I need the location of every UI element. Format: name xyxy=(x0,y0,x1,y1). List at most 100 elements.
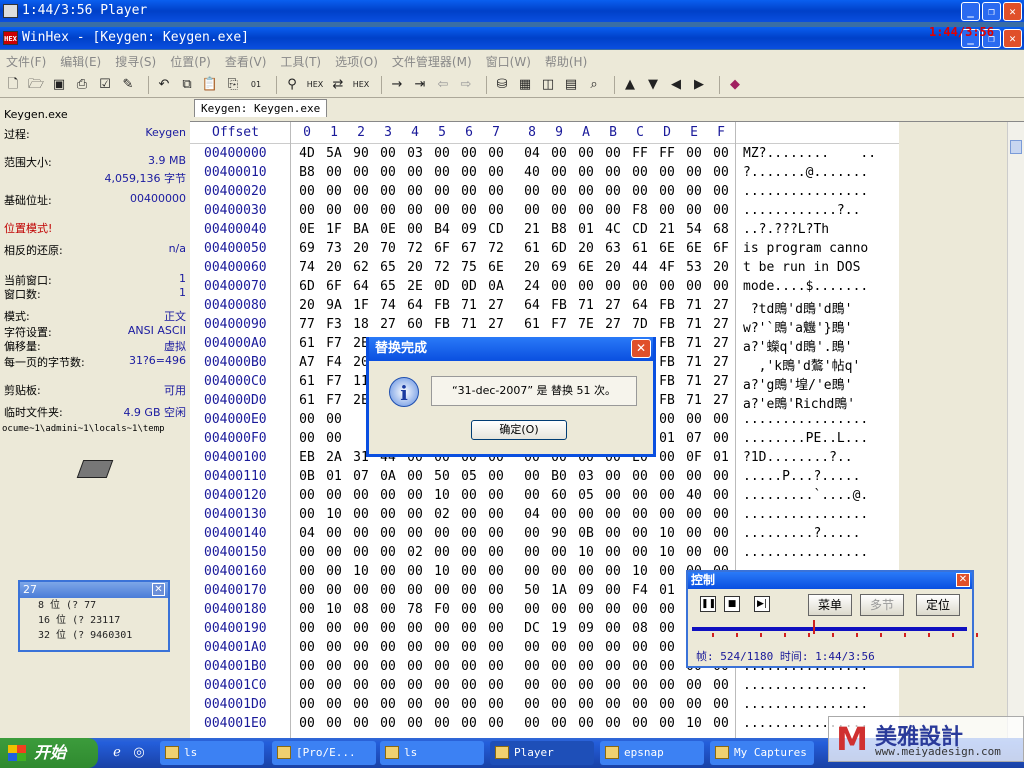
hex-byte[interactable]: 61 xyxy=(297,374,317,389)
hex-byte[interactable]: 9A xyxy=(324,298,344,313)
hex-byte[interactable]: 53 xyxy=(684,260,704,275)
hex-byte[interactable]: 01 xyxy=(657,431,677,446)
hex-byte[interactable]: 00 xyxy=(297,184,317,199)
hex-byte[interactable]: 00 xyxy=(603,564,623,579)
menu-button[interactable]: 菜单 xyxy=(808,594,852,616)
hex-byte[interactable]: 00 xyxy=(684,203,704,218)
hex-byte[interactable]: 00 xyxy=(486,697,506,712)
hex-byte[interactable]: 00 xyxy=(405,716,425,731)
hex-byte[interactable]: 00 xyxy=(459,621,479,636)
hex-byte[interactable]: 00 xyxy=(459,659,479,674)
hex-byte[interactable]: 00 xyxy=(297,716,317,731)
ascii-text[interactable]: ................ xyxy=(743,507,868,522)
hex-byte[interactable]: F7 xyxy=(549,317,569,332)
hex-byte[interactable]: 00 xyxy=(522,640,542,655)
hex-byte[interactable]: 00 xyxy=(657,602,677,617)
hex-byte[interactable]: B8 xyxy=(549,222,569,237)
hex-byte[interactable]: 00 xyxy=(459,545,479,560)
save-icon[interactable]: ▣ xyxy=(50,76,68,94)
write-icon[interactable]: ✎ xyxy=(119,76,137,94)
hex-byte[interactable]: 00 xyxy=(378,165,398,180)
hex-byte[interactable]: 00 xyxy=(684,279,704,294)
hex-byte[interactable]: 02 xyxy=(432,507,452,522)
hex-byte[interactable]: 00 xyxy=(711,716,731,731)
hex-byte[interactable]: 00 xyxy=(459,526,479,541)
hex-byte[interactable]: 00 xyxy=(684,165,704,180)
hex-byte[interactable]: 00 xyxy=(576,146,596,161)
menu-item[interactable]: 文件(F) xyxy=(6,53,46,70)
hex-byte[interactable]: 00 xyxy=(459,640,479,655)
hex-byte[interactable]: 61 xyxy=(297,393,317,408)
hex-byte[interactable]: 00 xyxy=(549,146,569,161)
hex-byte[interactable]: 00 xyxy=(576,659,596,674)
progress-track[interactable] xyxy=(692,627,967,631)
hex-byte[interactable]: 00 xyxy=(324,488,344,503)
ascii-text[interactable]: .........?..... xyxy=(743,526,860,541)
hex-byte[interactable]: F4 xyxy=(630,583,650,598)
hex-byte[interactable]: 68 xyxy=(711,222,731,237)
ascii-text[interactable]: ................ xyxy=(743,184,868,199)
ascii-text[interactable]: ........PE..L... xyxy=(743,431,868,446)
hex-byte[interactable]: 20 xyxy=(324,260,344,275)
hex-byte[interactable]: 00 xyxy=(432,678,452,693)
hex-byte[interactable]: 00 xyxy=(630,659,650,674)
hex-byte[interactable]: 01 xyxy=(324,469,344,484)
hex-byte[interactable]: 6E xyxy=(657,241,677,256)
hex-byte[interactable]: 00 xyxy=(324,697,344,712)
hex-byte[interactable]: 40 xyxy=(522,165,542,180)
hex-byte[interactable]: 00 xyxy=(378,526,398,541)
hex-byte[interactable]: 00 xyxy=(324,583,344,598)
hex-byte[interactable]: 00 xyxy=(486,564,506,579)
book-icon[interactable]: ◆ xyxy=(726,76,744,94)
hex-row[interactable]: 004001C0 00 00 00 00 00 00 00 00 00 00 00 00 00 00 00 00… xyxy=(190,676,899,695)
hex-byte[interactable]: 2A xyxy=(324,450,344,465)
hex-byte[interactable]: 00 xyxy=(576,697,596,712)
hex-byte[interactable]: 00 xyxy=(630,165,650,180)
multi-section-button[interactable]: 多节 xyxy=(860,594,904,616)
hex-byte[interactable]: 00 xyxy=(711,146,731,161)
hex-byte[interactable]: F7 xyxy=(324,374,344,389)
hex-byte[interactable]: 00 xyxy=(405,222,425,237)
hex-byte[interactable]: 00 xyxy=(711,526,731,541)
hex-byte[interactable]: 6F xyxy=(324,279,344,294)
hex-byte[interactable]: 05 xyxy=(459,469,479,484)
hex-byte[interactable]: 00 xyxy=(297,564,317,579)
hex-byte[interactable]: DC xyxy=(522,621,542,636)
hex-byte[interactable]: 00 xyxy=(711,488,731,503)
dialog-close-button[interactable]: ✕ xyxy=(631,339,651,358)
hex-byte[interactable]: 02 xyxy=(405,545,425,560)
menu-item[interactable]: 窗口(W) xyxy=(486,53,531,70)
data-interpreter-window[interactable]: 27 ✕ 8 位 (? 77 16 位 (? 23117 32 位 (? 9460… xyxy=(18,580,170,652)
hex-byte[interactable]: 09 xyxy=(459,222,479,237)
hex-row[interactable]: 00400010 B8 00 00 00 00 00 00 00 40 00 00 00 00 00 00 00… xyxy=(190,163,899,182)
hex-byte[interactable]: 00 xyxy=(684,412,704,427)
hex-byte[interactable]: CD xyxy=(486,222,506,237)
hex-byte[interactable]: 00 xyxy=(351,640,371,655)
down-icon[interactable]: ▼ xyxy=(644,76,662,94)
hex-byte[interactable]: 1F xyxy=(351,298,371,313)
hex-byte[interactable]: 00 xyxy=(297,640,317,655)
hex-byte[interactable]: 00 xyxy=(432,165,452,180)
hex-byte[interactable]: 00 xyxy=(297,203,317,218)
hex-byte[interactable]: 10 xyxy=(432,564,452,579)
hex-byte[interactable]: 00 xyxy=(603,469,623,484)
hex-byte[interactable]: 04 xyxy=(297,526,317,541)
hex-byte[interactable]: 00 xyxy=(486,678,506,693)
ascii-text[interactable]: .........`....@. xyxy=(743,488,868,503)
hex-byte[interactable]: 00 xyxy=(405,640,425,655)
hex-byte[interactable]: 27 xyxy=(603,298,623,313)
hex-byte[interactable]: 00 xyxy=(603,526,623,541)
ascii-text[interactable]: ................ xyxy=(743,412,868,427)
hex-byte[interactable]: 00 xyxy=(549,659,569,674)
hex-byte[interactable]: 71 xyxy=(684,298,704,313)
hex-byte[interactable]: 00 xyxy=(657,678,677,693)
hex-byte[interactable]: 20 xyxy=(405,260,425,275)
hex-byte[interactable]: 1A xyxy=(549,583,569,598)
hex-byte[interactable]: 20 xyxy=(297,298,317,313)
hex-byte[interactable]: 00 xyxy=(603,602,623,617)
hex-byte[interactable]: 00 xyxy=(378,716,398,731)
hex-byte[interactable]: 00 xyxy=(459,507,479,522)
hex-byte[interactable]: 00 xyxy=(324,431,344,446)
hex-byte[interactable]: 00 xyxy=(324,678,344,693)
hex-byte[interactable]: FB xyxy=(432,317,452,332)
